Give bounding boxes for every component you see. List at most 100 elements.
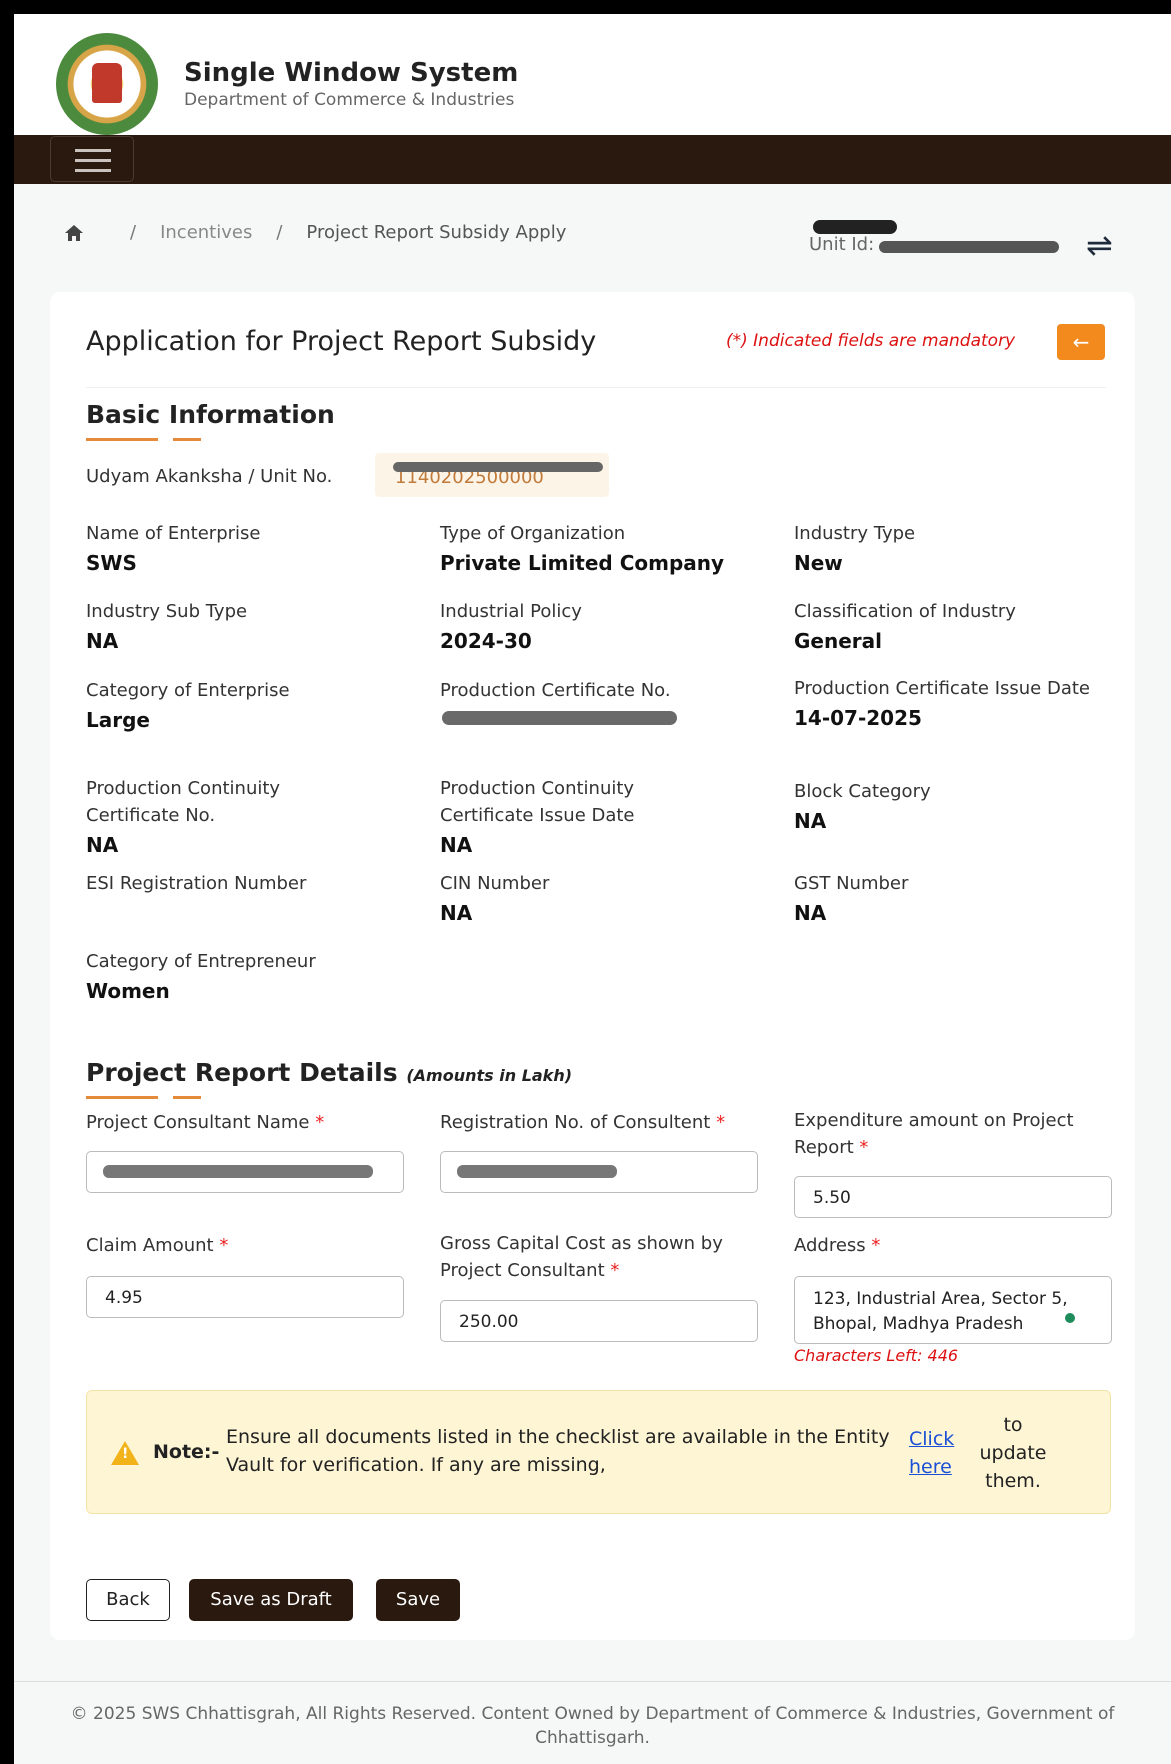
required-mark: * bbox=[219, 1235, 229, 1256]
field-value: 2024-30 bbox=[440, 629, 532, 653]
field-esi-registration: ESI Registration Number bbox=[86, 870, 406, 897]
redaction-bar bbox=[103, 1165, 373, 1178]
site-header: Single Window System Department of Comme… bbox=[14, 14, 1171, 135]
home-icon[interactable] bbox=[64, 224, 84, 242]
note-label: Note:- bbox=[153, 1441, 220, 1463]
checklist-note: Note:- Ensure all documents listed in th… bbox=[86, 1390, 1111, 1514]
note-after-text: to update them. bbox=[979, 1414, 1047, 1492]
click-here-link[interactable]: Click here bbox=[909, 1425, 969, 1481]
field-value: NA bbox=[794, 901, 827, 925]
breadcrumb-separator: / bbox=[276, 222, 283, 243]
basic-info-heading: Basic Information bbox=[86, 400, 335, 429]
field-label: Production Certificate No. bbox=[440, 680, 671, 701]
input-label: Project Consultant Name bbox=[86, 1112, 310, 1133]
mandatory-note: (*) Indicated fields are mandatory bbox=[726, 331, 1016, 351]
field-label: Name of Enterprise bbox=[86, 523, 261, 544]
field-gst-number: GST Number NA bbox=[794, 870, 1114, 929]
note-text: Ensure all documents listed in the check… bbox=[226, 1426, 890, 1476]
input-value: 250.00 bbox=[459, 1312, 519, 1332]
site-title: Single Window System bbox=[184, 58, 519, 88]
field-value: General bbox=[794, 629, 882, 653]
breadcrumb: / Incentives / Project Report Subsidy Ap… bbox=[64, 222, 566, 243]
menu-toggle-button[interactable] bbox=[50, 136, 134, 182]
label-registration-no: Registration No. of Consultent * bbox=[440, 1109, 770, 1136]
back-button[interactable]: Back bbox=[86, 1579, 170, 1621]
input-label: Claim Amount bbox=[86, 1235, 214, 1256]
input-label: Gross Capital Cost as shown by Project C… bbox=[440, 1233, 723, 1281]
switch-unit-icon[interactable]: ⇌ bbox=[1086, 226, 1113, 264]
back-arrow-button[interactable]: ← bbox=[1057, 324, 1105, 360]
redaction-bar bbox=[457, 1165, 617, 1178]
redacted-unit-id bbox=[879, 241, 1059, 253]
field-industry-sub-type: Industry Sub Type NA bbox=[86, 598, 406, 657]
hamburger-icon bbox=[75, 149, 111, 152]
status-dot-icon bbox=[1065, 1313, 1075, 1323]
field-label: Category of Enterprise bbox=[86, 680, 290, 701]
field-classification: Classification of Industry General bbox=[794, 598, 1114, 657]
field-value: NA bbox=[794, 809, 827, 833]
required-mark: * bbox=[315, 1112, 325, 1133]
consultant-name-input[interactable] bbox=[86, 1151, 404, 1193]
field-label: Category of Entrepreneur bbox=[86, 951, 316, 972]
field-production-certificate-no: Production Certificate No. bbox=[440, 677, 760, 704]
registration-no-input[interactable] bbox=[440, 1151, 758, 1193]
input-label: Expenditure amount on Project Report bbox=[794, 1110, 1074, 1158]
udyam-value: 1140202500000 bbox=[375, 453, 609, 497]
save-button[interactable]: Save bbox=[376, 1579, 460, 1621]
address-textarea[interactable]: 123, Industrial Area, Sector 5, Bhopal, … bbox=[794, 1276, 1112, 1344]
unit-id-label: Unit Id: bbox=[809, 234, 875, 255]
label-expenditure: Expenditure amount on Project Report * bbox=[794, 1107, 1114, 1161]
field-label: ESI Registration Number bbox=[86, 873, 307, 894]
field-value: SWS bbox=[86, 551, 137, 575]
input-value: 4.95 bbox=[105, 1288, 143, 1308]
characters-left: Characters Left: 446 bbox=[794, 1346, 959, 1365]
unit-info: Unit Id: bbox=[809, 220, 1059, 255]
warning-icon bbox=[111, 1441, 139, 1465]
field-value: NA bbox=[86, 833, 119, 857]
field-value: NA bbox=[440, 901, 473, 925]
field-label: Industry Type bbox=[794, 523, 916, 544]
save-as-draft-button[interactable]: Save as Draft bbox=[189, 1579, 353, 1621]
redacted-unit-name bbox=[813, 220, 897, 234]
field-cin-number: CIN Number NA bbox=[440, 870, 760, 929]
application-card: Application for Project Report Subsidy (… bbox=[50, 292, 1135, 1640]
project-report-heading-text: Project Report Details bbox=[86, 1058, 398, 1087]
input-label: Address bbox=[794, 1235, 866, 1256]
field-category-of-entrepreneur: Category of Entrepreneur Women bbox=[86, 948, 406, 1007]
field-label: Industrial Policy bbox=[440, 601, 582, 622]
claim-amount-input[interactable]: 4.95 bbox=[86, 1276, 404, 1318]
gross-capital-cost-input[interactable]: 250.00 bbox=[440, 1300, 758, 1342]
page-frame: Single Window System Department of Comme… bbox=[14, 14, 1171, 1764]
required-mark: * bbox=[859, 1137, 869, 1158]
field-value: NA bbox=[440, 833, 473, 857]
field-block-category: Block Category NA bbox=[794, 778, 1114, 837]
redaction-bar bbox=[393, 462, 603, 472]
field-label: Classification of Industry bbox=[794, 601, 1016, 622]
redacted-certificate-no bbox=[442, 711, 677, 725]
hamburger-icon-bar bbox=[75, 159, 111, 162]
input-value: 5.50 bbox=[813, 1188, 851, 1208]
field-label: Industry Sub Type bbox=[86, 601, 248, 622]
field-value: Women bbox=[86, 979, 170, 1003]
label-address: Address * bbox=[794, 1232, 1114, 1259]
required-mark: * bbox=[716, 1112, 726, 1133]
breadcrumb-incentives[interactable]: Incentives bbox=[160, 222, 252, 243]
amounts-note: (Amounts in Lakh) bbox=[406, 1066, 573, 1085]
field-label: Block Category bbox=[794, 781, 931, 802]
project-report-heading: Project Report Details (Amounts in Lakh) bbox=[86, 1058, 572, 1087]
field-continuity-certificate-no: Production Continuity Certificate No. NA bbox=[86, 775, 336, 861]
input-label: Registration No. of Consultent bbox=[440, 1112, 711, 1133]
top-navbar bbox=[14, 135, 1171, 184]
state-emblem-logo bbox=[56, 33, 158, 135]
expenditure-input[interactable]: 5.50 bbox=[794, 1176, 1112, 1218]
field-continuity-certificate-date: Production Continuity Certificate Issue … bbox=[440, 775, 690, 861]
form-title: Application for Project Report Subsidy bbox=[86, 326, 597, 357]
field-label: CIN Number bbox=[440, 873, 550, 894]
field-label: Production Continuity Certificate Issue … bbox=[440, 778, 635, 826]
field-production-certificate-date: Production Certificate Issue Date 14-07-… bbox=[794, 675, 1094, 734]
label-claim-amount: Claim Amount * bbox=[86, 1232, 406, 1259]
required-mark: * bbox=[871, 1235, 881, 1256]
field-label: GST Number bbox=[794, 873, 909, 894]
field-type-of-organization: Type of Organization Private Limited Com… bbox=[440, 520, 760, 579]
textarea-value: 123, Industrial Area, Sector 5, Bhopal, … bbox=[813, 1289, 1068, 1334]
